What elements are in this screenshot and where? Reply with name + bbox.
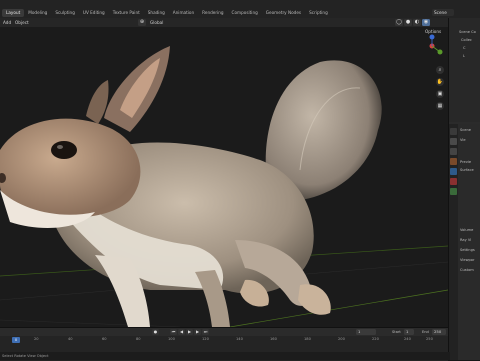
- playhead[interactable]: 0: [12, 337, 20, 343]
- modifier-icon[interactable]: [450, 168, 457, 175]
- current-frame-field[interactable]: 1: [356, 329, 376, 335]
- outliner-item[interactable]: C: [463, 46, 466, 50]
- tick-label: 80: [136, 337, 141, 341]
- property-field[interactable]: Viewpor: [460, 258, 475, 262]
- tab-uv-editing[interactable]: UV Editing: [79, 9, 109, 17]
- tab-animation[interactable]: Animation: [169, 9, 198, 17]
- squirrel-head: [0, 118, 141, 218]
- tab-sculpting[interactable]: Sculpting: [51, 9, 79, 17]
- tick-label: 250: [426, 337, 433, 341]
- outliner-item[interactable]: Collec: [461, 38, 472, 42]
- end-frame-field[interactable]: 250: [432, 329, 446, 335]
- property-field[interactable]: Settings: [460, 248, 475, 252]
- tab-shading[interactable]: Shading: [144, 9, 169, 17]
- outliner-item[interactable]: L: [463, 54, 465, 58]
- outliner-title: Scene Co: [459, 30, 476, 34]
- navigation-gizmo[interactable]: [418, 32, 446, 62]
- tick-label: 60: [102, 337, 107, 341]
- end-label: End: [422, 330, 429, 334]
- tick-label: 140: [236, 337, 243, 341]
- tick-label: 240: [404, 337, 411, 341]
- start-frame-field[interactable]: 1: [404, 329, 414, 335]
- keyframe-icon[interactable]: ●: [152, 329, 159, 335]
- transform-orientation[interactable]: Global: [150, 19, 163, 26]
- tick-label: 100: [168, 337, 175, 341]
- viewport-header: Add Object ⊕ Global ◯ ● ◐ ◉ Options: [0, 18, 448, 34]
- shading-solid-icon[interactable]: ●: [404, 19, 412, 26]
- jump-end-icon[interactable]: ⏭: [202, 329, 209, 335]
- viewport-scene: [0, 18, 448, 327]
- grid-icon[interactable]: ▦: [436, 102, 444, 110]
- tick-label: 220: [372, 337, 379, 341]
- properties-header: Scene: [460, 128, 471, 132]
- tab-scripting[interactable]: Scripting: [305, 9, 332, 17]
- zoom-icon[interactable]: ⌕: [436, 66, 444, 74]
- top-bar: Layout Modeling Sculpting UV Editing Tex…: [0, 0, 480, 18]
- status-bar: Select Rotate View Object: [0, 352, 450, 360]
- 3d-viewport[interactable]: [0, 18, 448, 327]
- play-icon[interactable]: ▶: [186, 329, 193, 335]
- tick-label: 20: [34, 337, 39, 341]
- world-icon[interactable]: [450, 188, 457, 195]
- property-field[interactable]: Surface: [460, 168, 474, 172]
- tick-label: 200: [338, 337, 345, 341]
- tab-rendering[interactable]: Rendering: [198, 9, 227, 17]
- tick-label: 120: [202, 337, 209, 341]
- tab-layout[interactable]: Layout: [2, 9, 25, 17]
- tick-label: 160: [270, 337, 277, 341]
- squirrel-eye: [51, 141, 77, 159]
- camera-icon[interactable]: ▣: [436, 90, 444, 98]
- tool-icon[interactable]: [450, 128, 457, 135]
- property-field[interactable]: Previe: [460, 160, 471, 164]
- shading-material-icon[interactable]: ◐: [413, 19, 421, 26]
- right-panel: Scene Co Collec C L Scene Vie Previe Sur…: [448, 18, 480, 360]
- object-menu[interactable]: Object: [15, 19, 29, 26]
- tick-label: 180: [304, 337, 311, 341]
- property-field[interactable]: Volume: [460, 228, 473, 232]
- scene-selector[interactable]: Scene: [432, 9, 454, 16]
- material-icon[interactable]: [450, 178, 457, 185]
- output-icon[interactable]: [450, 148, 457, 155]
- object-icon[interactable]: [450, 158, 457, 165]
- property-field[interactable]: Custom: [460, 268, 474, 272]
- property-field[interactable]: Vie: [460, 138, 466, 142]
- shading-rendered-icon[interactable]: ◉: [422, 19, 430, 26]
- tab-geometry-nodes[interactable]: Geometry Nodes: [262, 9, 305, 17]
- render-icon[interactable]: [450, 138, 457, 145]
- shading-wire-icon[interactable]: ◯: [395, 19, 403, 26]
- properties-tabs: [449, 124, 458, 360]
- jump-start-icon[interactable]: ⏮: [170, 329, 177, 335]
- tick-label: 40: [68, 337, 73, 341]
- tab-compositing[interactable]: Compositing: [228, 9, 262, 17]
- properties-editor: Scene Vie Previe Surface Volume Ray Vi S…: [449, 124, 480, 360]
- transform-orientation-icon[interactable]: ⊕: [138, 19, 146, 26]
- add-menu[interactable]: Add: [3, 19, 11, 26]
- tab-texture-paint[interactable]: Texture Paint: [109, 9, 144, 17]
- outliner: Scene Co Collec C L: [449, 18, 480, 122]
- start-label: Start: [392, 330, 401, 334]
- prev-key-icon[interactable]: ◀: [178, 329, 185, 335]
- timeline-controls: ● ⏮ ◀ ▶ ▶ ⏭ 1 Start 1 End 250: [0, 328, 448, 336]
- next-key-icon[interactable]: ▶: [194, 329, 201, 335]
- property-field[interactable]: Ray Vi: [460, 238, 471, 242]
- workspace-tabs: Layout Modeling Sculpting UV Editing Tex…: [2, 9, 332, 17]
- hand-icon[interactable]: ✋: [436, 78, 444, 86]
- tab-modeling[interactable]: Modeling: [24, 9, 51, 17]
